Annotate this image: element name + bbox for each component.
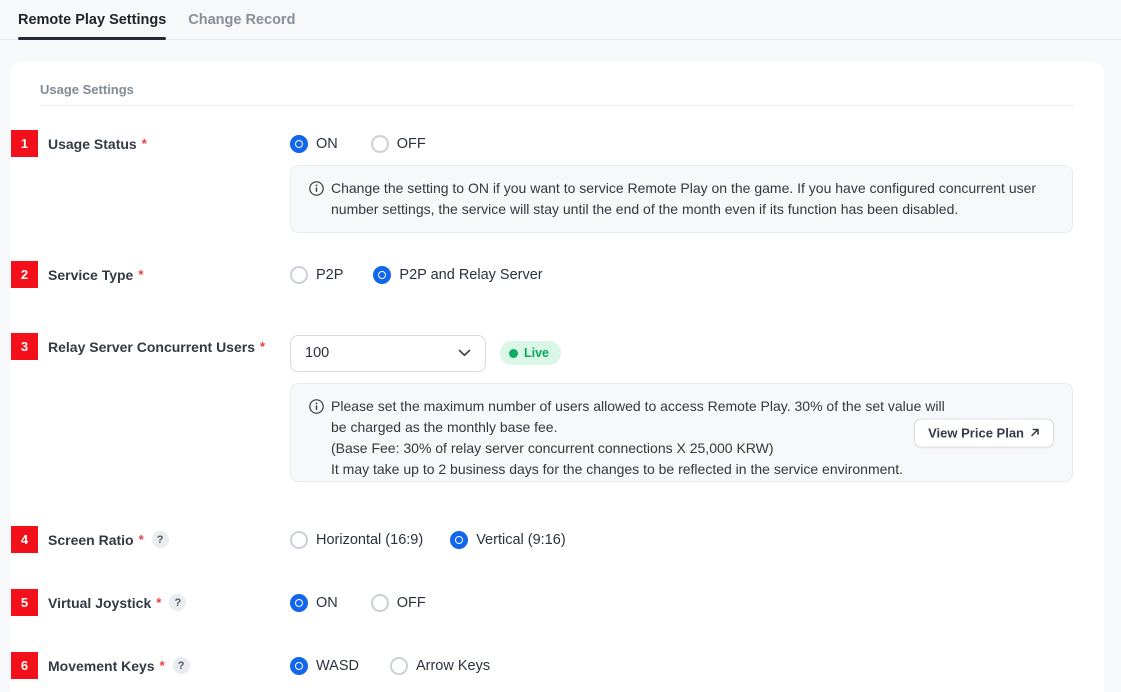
row-virtual-joystick: 5 Virtual Joystick * ? ON OFF (10, 589, 1104, 616)
field-label: Service Type (48, 267, 133, 283)
view-price-plan-button[interactable]: View Price Plan (914, 418, 1054, 447)
radio-option-on[interactable]: ON (290, 135, 338, 153)
field-label: Virtual Joystick (48, 595, 151, 611)
external-link-icon (1030, 428, 1040, 438)
field-label: Screen Ratio (48, 532, 134, 548)
radio-option-horizontal[interactable]: Horizontal (16:9) (290, 531, 423, 549)
radio-option-off[interactable]: OFF (371, 135, 426, 153)
concurrent-users-select[interactable]: 100 (290, 335, 486, 372)
radio-unselected-icon (390, 657, 408, 675)
radio-selected-icon (290, 135, 308, 153)
radio-option-p2p-relay[interactable]: P2P and Relay Server (373, 266, 542, 284)
section-title: Usage Settings (40, 82, 134, 97)
help-icon[interactable]: ? (173, 657, 190, 674)
radio-selected-icon (290, 594, 308, 612)
tab-remote-play-settings[interactable]: Remote Play Settings (18, 0, 166, 39)
row-relay-concurrent-users: 3 Relay Server Concurrent Users * 100 Li… (10, 333, 1104, 370)
required-asterisk: * (142, 136, 147, 151)
live-dot-icon (509, 349, 518, 358)
tab-bar: Remote Play Settings Change Record (0, 0, 1121, 40)
help-icon[interactable]: ? (169, 594, 186, 611)
row-number-badge: 2 (11, 261, 38, 288)
live-status-badge: Live (500, 341, 561, 365)
required-asterisk: * (260, 339, 265, 354)
info-text: Please set the maximum number of users a… (331, 396, 945, 469)
settings-card: Usage Settings 1 Usage Status * ON OFF C (10, 62, 1104, 692)
row-usage-status: 1 Usage Status * ON OFF (10, 130, 1104, 157)
help-icon[interactable]: ? (152, 531, 169, 548)
selected-value: 100 (305, 345, 329, 361)
chevron-down-icon (458, 349, 471, 357)
row-number-badge: 6 (11, 652, 38, 679)
radio-selected-icon (290, 657, 308, 675)
radio-option-on[interactable]: ON (290, 594, 338, 612)
row-number-badge: 1 (11, 130, 38, 157)
required-asterisk: * (156, 595, 161, 610)
section-divider (40, 105, 1074, 106)
row-number-badge: 3 (11, 333, 38, 360)
radio-selected-icon (373, 266, 391, 284)
row-number-badge: 4 (11, 526, 38, 553)
radio-option-wasd[interactable]: WASD (290, 657, 359, 675)
usage-status-info-box: Change the setting to ON if you want to … (290, 165, 1073, 233)
radio-unselected-icon (371, 135, 389, 153)
info-icon (309, 181, 324, 196)
radio-option-arrow-keys[interactable]: Arrow Keys (390, 657, 490, 675)
radio-unselected-icon (290, 531, 308, 549)
row-movement-keys: 6 Movement Keys * ? WASD Arrow Keys (10, 652, 1104, 679)
radio-option-vertical[interactable]: Vertical (9:16) (450, 531, 565, 549)
radio-unselected-icon (371, 594, 389, 612)
info-text: Change the setting to ON if you want to … (331, 178, 1036, 220)
field-label: Movement Keys (48, 658, 155, 674)
tab-change-record[interactable]: Change Record (188, 0, 295, 39)
radio-selected-icon (450, 531, 468, 549)
row-service-type: 2 Service Type * P2P P2P and Relay Serve… (10, 261, 1104, 288)
row-screen-ratio: 4 Screen Ratio * ? Horizontal (16:9) Ver… (10, 526, 1104, 553)
required-asterisk: * (160, 658, 165, 673)
field-label: Usage Status (48, 136, 137, 152)
field-label: Relay Server Concurrent Users (48, 339, 255, 355)
required-asterisk: * (138, 267, 143, 282)
radio-unselected-icon (290, 266, 308, 284)
info-icon (309, 399, 324, 414)
radio-option-p2p[interactable]: P2P (290, 266, 343, 284)
relay-users-info-box: Please set the maximum number of users a… (290, 383, 1073, 482)
required-asterisk: * (139, 532, 144, 547)
row-number-badge: 5 (11, 589, 38, 616)
radio-option-off[interactable]: OFF (371, 594, 426, 612)
